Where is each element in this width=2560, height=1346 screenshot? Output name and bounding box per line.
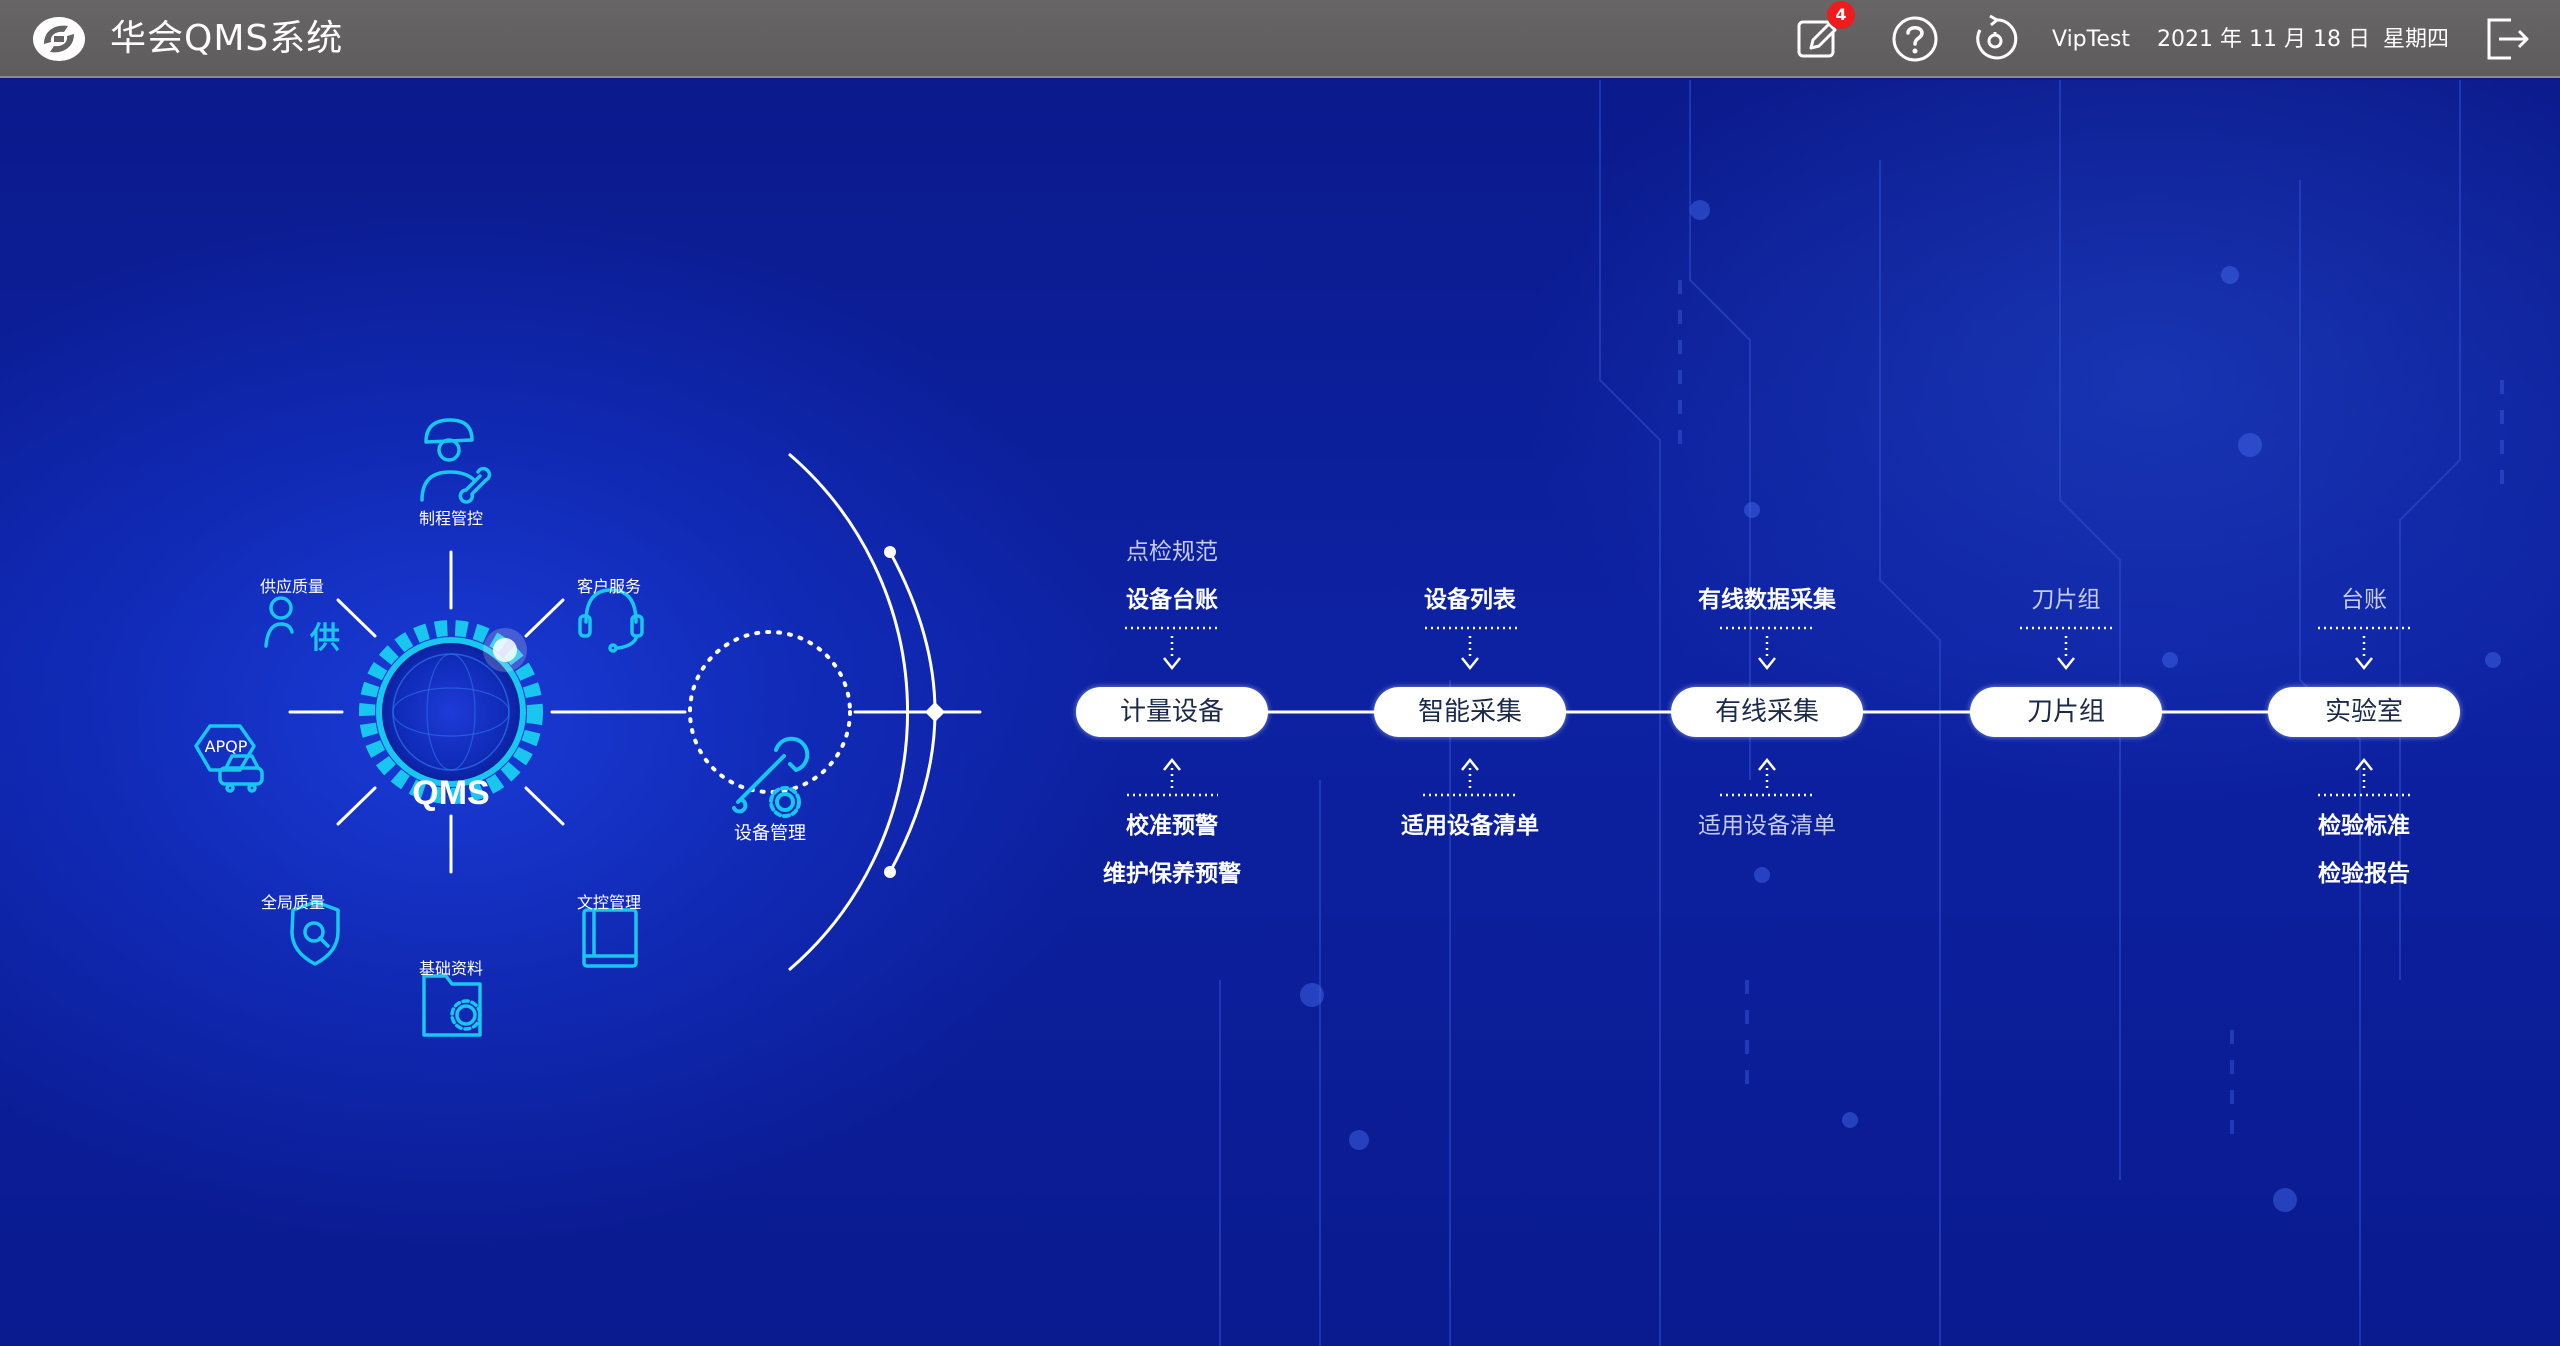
flow-top-label[interactable]: 设备列表	[1424, 584, 1516, 616]
flow-bottom-label[interactable]: 校准预警	[1126, 810, 1218, 842]
huahui-logo-icon	[33, 17, 85, 61]
logout-icon[interactable]	[2483, 14, 2533, 64]
module-process-control[interactable]: 制程管控	[419, 508, 483, 530]
flow-top-label[interactable]: 有线数据采集	[1698, 584, 1836, 616]
flow-node-metering-equipment[interactable]: 计量设备	[1076, 687, 1268, 737]
flow-bottom-label[interactable]: 维护保养预警	[1103, 858, 1241, 890]
user-name[interactable]: VipTest	[2052, 25, 2130, 55]
supplier-icon[interactable]	[264, 596, 294, 648]
flow-bottom-label[interactable]: 适用设备清单	[1698, 810, 1836, 842]
flow-top-label[interactable]: 台账	[2341, 584, 2387, 616]
wrench-gear-icon[interactable]	[732, 736, 810, 818]
flow-node-laboratory[interactable]: 实验室	[2268, 687, 2460, 737]
equipment-management-label[interactable]: 设备管理	[734, 822, 806, 846]
module-apqp[interactable]: APQP	[205, 736, 248, 758]
top-bar: 华会QMS系统 4 VipTest 2021 年 11 月 18 日 星期四	[0, 0, 2560, 78]
module-supply-quality[interactable]: 供应质量	[260, 576, 324, 598]
flow-bottom-label[interactable]: 检验标准	[2318, 810, 2410, 842]
flow-top-label[interactable]: 设备台账	[1126, 584, 1218, 616]
module-base-data[interactable]: 基础资料	[419, 958, 483, 980]
module-customer-service[interactable]: 客户服务	[577, 576, 641, 598]
current-weekday: 星期四	[2383, 27, 2450, 52]
flow-top-label[interactable]: 点检规范	[1126, 536, 1218, 568]
qms-center-label[interactable]: QMS	[412, 772, 489, 814]
flow-node-smart-collection[interactable]: 智能采集	[1374, 687, 1566, 737]
flow-node-blade-group[interactable]: 刀片组	[1970, 687, 2162, 737]
engineer-wrench-icon[interactable]	[420, 418, 492, 504]
flow-bottom-label[interactable]: 检验报告	[2318, 858, 2410, 890]
notification-badge: 4	[1827, 1, 1855, 29]
history-clock-icon[interactable]	[1970, 14, 2020, 64]
flow-node-wired-collection[interactable]: 有线采集	[1671, 687, 1863, 737]
folder-gear-icon[interactable]	[422, 972, 482, 1037]
flow-bottom-label[interactable]: 适用设备清单	[1401, 810, 1539, 842]
headset-icon[interactable]	[578, 588, 644, 653]
app-title: 华会QMS系统	[110, 18, 344, 59]
module-icons: 供	[194, 418, 810, 1037]
main-dashboard: 供 QMS 设备管理 制程管控 客户服务 文控管理 基础资料 全局质量 APQP…	[0, 80, 2560, 1346]
help-icon[interactable]	[1890, 14, 1940, 64]
supplier-glyph: 供	[309, 621, 340, 656]
module-document-control[interactable]: 文控管理	[577, 892, 641, 914]
module-global-quality[interactable]: 全局质量	[261, 892, 325, 914]
flow-top-label[interactable]: 刀片组	[2032, 584, 2101, 616]
book-icon[interactable]	[582, 908, 638, 968]
current-date: 2021 年 11 月 18 日	[2157, 27, 2370, 52]
